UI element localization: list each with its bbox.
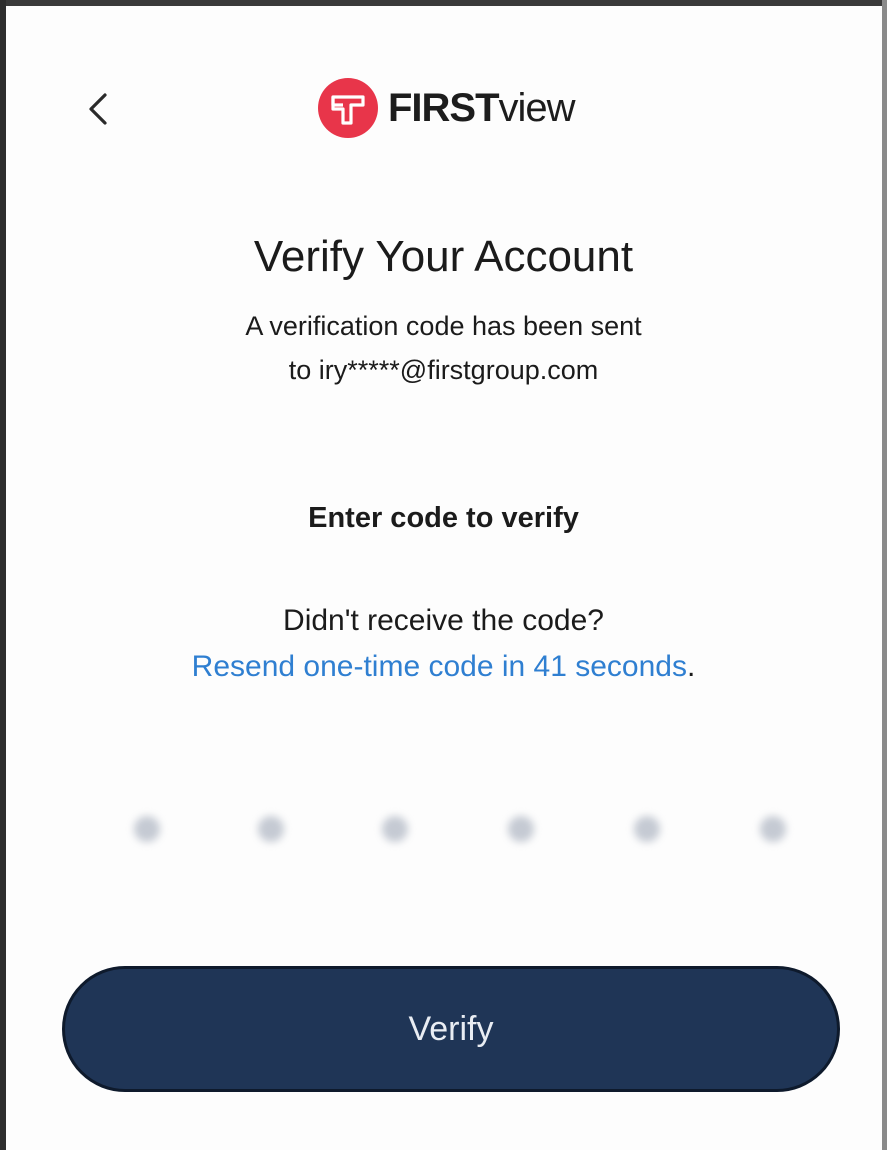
subtitle-line-1: A verification code has been sent [245,311,642,341]
code-digit-6[interactable] [760,816,786,842]
frame-edge-right [882,0,887,1150]
subtitle-line-2: to iry*****@firstgroup.com [288,355,599,385]
logo-brand-bold: FIRST [388,85,500,130]
enter-code-label: Enter code to verify [308,502,579,534]
code-digit-1[interactable] [134,816,160,842]
resend-line: Resend one-time code in 41 seconds. [0,650,887,684]
chevron-left-icon [89,93,107,125]
code-digit-2[interactable] [258,816,284,842]
code-input[interactable] [120,808,800,852]
logo-mark-icon [318,78,378,138]
verify-screen: FIRSTview Verify Your Account A verifica… [0,0,887,1150]
logo-brand-light: view [498,85,576,130]
didnt-receive-text: Didn't receive the code? [283,604,604,637]
frame-edge-left [0,0,6,1150]
back-button[interactable] [78,84,118,134]
subtitle: A verification code has been sent to iry… [0,304,887,392]
verify-button[interactable]: Verify [62,966,840,1092]
code-digit-4[interactable] [508,816,534,842]
logo-wordmark: FIRSTview [388,85,576,131]
resend-code-link[interactable]: Resend one-time code in 41 seconds [192,650,687,683]
page-title: Verify Your Account [253,232,634,281]
resend-suffix: . [686,650,696,683]
firstview-logo: FIRSTview [318,76,576,140]
frame-edge-top [0,0,887,6]
code-digit-5[interactable] [634,816,660,842]
code-digit-3[interactable] [382,816,408,842]
